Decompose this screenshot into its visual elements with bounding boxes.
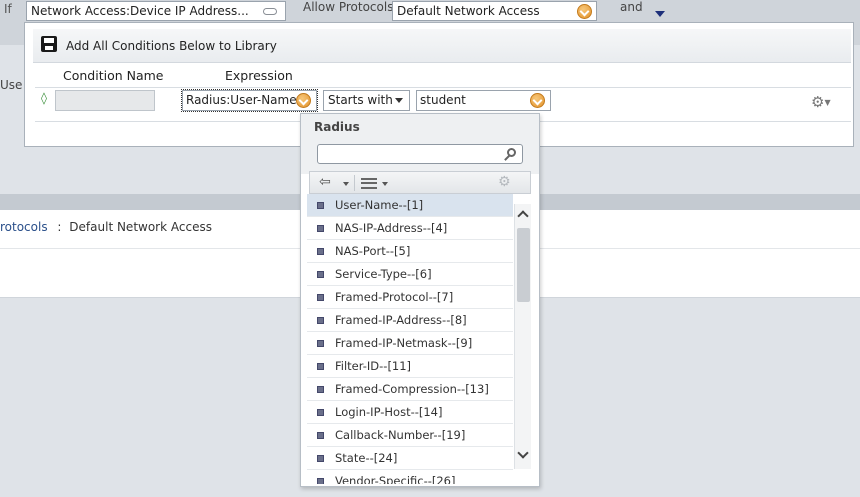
attribute-dropdown-icon[interactable] [296, 93, 311, 108]
attribute-bullet-icon [317, 271, 324, 278]
list-item[interactable]: Service-Type--[6] [307, 263, 513, 286]
attribute-dropdown-popup: Radius ⇦ ⚙ User-Name--[1] NAS-IP-Address-… [300, 113, 540, 487]
use-label: Use [0, 78, 23, 92]
list-item[interactable]: Framed-IP-Netmask--[9] [307, 332, 513, 355]
value-dropdown-icon[interactable] [530, 93, 545, 108]
list-item[interactable]: User-Name--[1] [307, 194, 513, 217]
attribute-bullet-icon [317, 432, 324, 439]
expression-header: Expression [225, 68, 293, 83]
dropdown-title: Radius [314, 120, 360, 134]
list-item-label: Login-IP-Host--[14] [335, 405, 443, 419]
back-menu-caret-icon[interactable] [343, 182, 349, 186]
attribute-bullet-icon [317, 202, 324, 209]
list-item-label: Callback-Number--[19] [335, 428, 466, 442]
dropdown-toolbar: ⇦ ⚙ [309, 171, 531, 194]
condition-name-header: Condition Name [63, 68, 164, 83]
list-item-label: Framed-Compression--[13] [335, 382, 489, 396]
attribute-bullet-icon [317, 363, 324, 370]
list-item-label: Framed-Protocol--[7] [335, 290, 454, 304]
attribute-bullet-icon [317, 225, 324, 232]
list-item-label: Framed-IP-Netmask--[9] [335, 336, 473, 350]
dropdown-search-input[interactable] [317, 144, 523, 164]
operator-select-value: Starts with [328, 93, 393, 107]
list-item[interactable]: Framed-IP-Address--[8] [307, 309, 513, 332]
condition-field-text: Network Access:Device IP Address... [31, 4, 249, 18]
and-dropdown-caret-icon[interactable] [655, 11, 665, 17]
protocols-link[interactable]: rotocols [0, 220, 48, 234]
attribute-select[interactable]: Radius:User-Name [181, 89, 318, 112]
allow-protocols-value: Default Network Access [397, 4, 540, 18]
summary-text: rotocols : Default Network Access [0, 220, 212, 234]
list-item-label: Framed-IP-Address--[8] [335, 313, 467, 327]
summary-separator: : [57, 220, 62, 234]
condition-field[interactable]: Network Access:Device IP Address... [26, 1, 286, 21]
dropdown-scrollbar[interactable] [514, 204, 531, 469]
list-item[interactable]: Filter-ID--[11] [307, 355, 513, 378]
list-item[interactable]: NAS-IP-Address--[4] [307, 217, 513, 240]
attribute-bullet-icon [317, 409, 324, 416]
dropdown-header: Radius [301, 114, 539, 174]
row-gear-icon[interactable]: ⚙▼ [811, 93, 831, 111]
dropdown-chevron-icon[interactable] [577, 4, 592, 19]
list-item-label: NAS-Port--[5] [335, 244, 411, 258]
allow-protocols-select[interactable]: Default Network Access [392, 1, 597, 21]
condition-name-input[interactable] [55, 90, 155, 111]
attribute-bullet-icon [317, 340, 324, 347]
summary-protocols-value: Default Network Access [69, 220, 212, 234]
chevron-down-icon [395, 98, 403, 103]
list-item[interactable]: State--[24] [307, 447, 513, 470]
attribute-list[interactable]: User-Name--[1] NAS-IP-Address--[4] NAS-Por… [307, 194, 513, 484]
attribute-bullet-icon [317, 294, 324, 301]
and-label: and [620, 0, 643, 14]
attribute-bullet-icon [317, 386, 324, 393]
list-menu-caret-icon[interactable] [382, 182, 388, 186]
scroll-down-icon[interactable] [517, 447, 529, 459]
attribute-bullet-icon [317, 478, 324, 484]
list-item[interactable]: Vendor-Specific--[26] [307, 470, 513, 484]
list-item[interactable]: Login-IP-Host--[14] [307, 401, 513, 424]
gear-icon: ⚙ [498, 174, 511, 190]
list-item-label: NAS-IP-Address--[4] [335, 221, 448, 235]
search-icon[interactable] [507, 148, 516, 157]
list-item[interactable]: Callback-Number--[19] [307, 424, 513, 447]
list-item-label: User-Name--[1] [335, 198, 424, 212]
list-item-label: Filter-ID--[11] [335, 359, 412, 373]
add-to-library-bar[interactable]: Add All Conditions Below to Library [33, 29, 851, 63]
back-arrow-icon[interactable]: ⇦ [319, 174, 331, 190]
value-select[interactable]: student [416, 90, 551, 111]
list-item[interactable]: Framed-Protocol--[7] [307, 286, 513, 309]
toolbar-divider [354, 175, 355, 191]
attribute-select-value: Radius:User-Name [186, 93, 297, 107]
list-view-icon[interactable] [361, 178, 377, 189]
attribute-bullet-icon [317, 248, 324, 255]
collapse-pill-icon[interactable] [263, 8, 277, 15]
operator-select[interactable]: Starts with [323, 90, 410, 111]
save-icon [41, 36, 57, 52]
scroll-up-icon[interactable] [517, 210, 529, 222]
attribute-bullet-icon [317, 455, 324, 462]
value-select-value: student [420, 93, 466, 107]
add-to-library-button[interactable]: Add All Conditions Below to Library [66, 39, 277, 53]
list-item-label: Service-Type--[6] [335, 267, 432, 281]
attribute-bullet-icon [317, 317, 324, 324]
list-item-label: Vendor-Specific--[26] [335, 474, 456, 484]
scrollbar-thumb[interactable] [517, 228, 530, 302]
divider [35, 87, 851, 88]
allow-protocols-label: Allow Protocols : [303, 0, 402, 14]
diamond-icon: ◊ [41, 91, 47, 105]
if-label: If [4, 2, 12, 16]
list-item[interactable]: Framed-Compression--[13] [307, 378, 513, 401]
list-item[interactable]: NAS-Port--[5] [307, 240, 513, 263]
list-item-label: State--[24] [335, 451, 398, 465]
